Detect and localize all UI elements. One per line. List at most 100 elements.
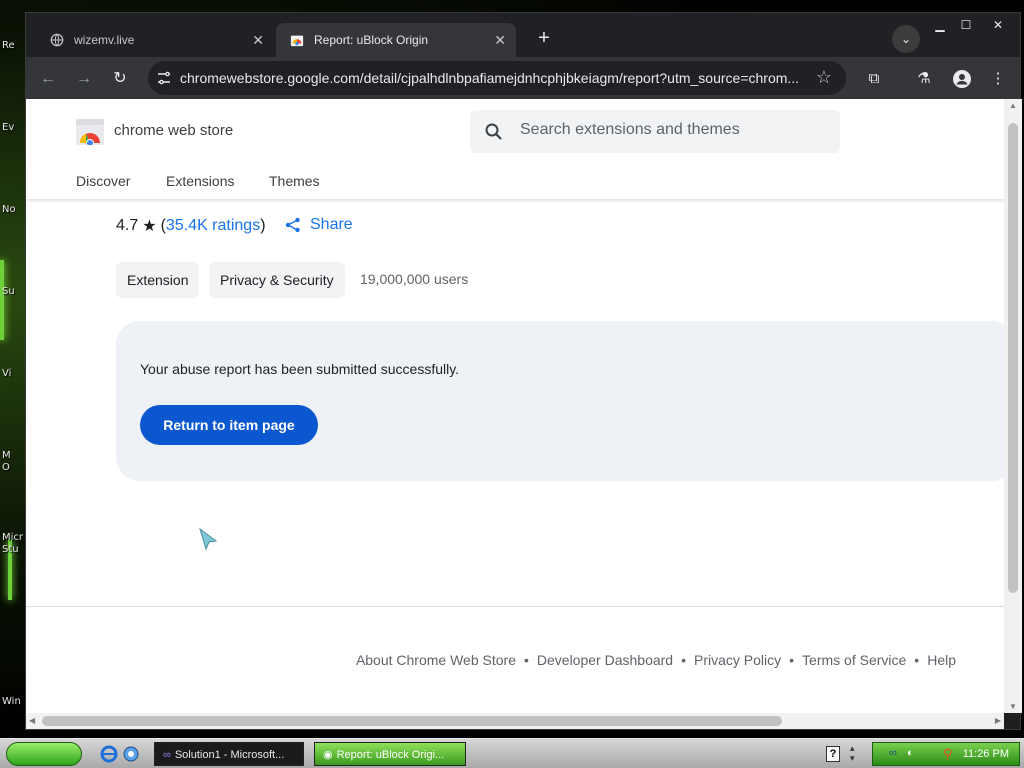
visual-studio-icon: ∞: [163, 749, 171, 761]
labs-flask-icon[interactable]: ⚗: [912, 67, 936, 91]
arrow-right-icon: →: [76, 70, 92, 87]
menu-kebab-icon[interactable]: ⋮: [986, 67, 1010, 91]
globe-icon: [50, 33, 64, 47]
browser-window: wizemv.live ✕ Report: uBlock Origin ✕ + …: [25, 12, 1022, 730]
chevron-down-icon: ⌄: [900, 32, 912, 46]
star-icon: ★: [142, 218, 157, 235]
taskbar-item-visual-studio[interactable]: ∞ Solution1 - Microsoft...: [154, 742, 304, 766]
tab-search-button[interactable]: ⌄: [892, 25, 920, 53]
desktop-icon-label[interactable]: Micr Stu: [2, 532, 23, 556]
footer-separator: •: [914, 652, 920, 668]
horizontal-scroll-thumb[interactable]: [42, 716, 782, 726]
store-footer: About Chrome Web Store • Developer Dashb…: [356, 652, 956, 668]
nav-discover[interactable]: Discover: [76, 173, 130, 189]
footer-separator: •: [681, 652, 686, 668]
ratings-link[interactable]: 35.4K ratings: [166, 217, 260, 235]
scroll-left-icon[interactable]: ◀: [29, 716, 35, 725]
chip-privacy-security[interactable]: Privacy & Security: [209, 262, 345, 298]
mouse-cursor-icon: [199, 527, 218, 551]
vertical-scroll-thumb[interactable]: [1008, 123, 1018, 593]
taskbar-item-chrome[interactable]: ◉ Report: uBlock Origi...: [314, 742, 466, 766]
store-brand[interactable]: chrome web store: [114, 122, 233, 139]
vertical-scrollbar[interactable]: ▲ ▼: [1004, 99, 1022, 713]
nav-themes[interactable]: Themes: [269, 173, 320, 189]
bookmark-star-icon[interactable]: ☆: [816, 67, 832, 88]
desktop-glow: [0, 260, 4, 340]
tab-report-ublock[interactable]: Report: uBlock Origin ✕: [276, 23, 516, 57]
share-label: Share: [310, 216, 353, 233]
task-title: Solution1 - Microsoft...: [174, 749, 285, 761]
footer-separator: •: [523, 652, 529, 668]
desktop-icon-label[interactable]: Re: [2, 40, 15, 51]
tab-wizemv[interactable]: wizemv.live ✕: [26, 23, 274, 57]
browser-toolbar: ← → ↻ chromewebstore.google.com/detail/c…: [26, 57, 1020, 99]
footer-link-privacy[interactable]: Privacy Policy: [694, 652, 781, 668]
tab-title: Report: uBlock Origin: [314, 33, 429, 47]
reload-button[interactable]: ↻: [106, 65, 134, 93]
desktop-icon-label[interactable]: M O: [2, 450, 11, 474]
search-icon: [485, 123, 502, 140]
desktop-icon-label[interactable]: Win: [2, 696, 21, 707]
back-button[interactable]: ←: [34, 65, 62, 93]
chip-extension[interactable]: Extension: [116, 262, 200, 298]
tab-title: wizemv.live: [74, 33, 135, 47]
store-search-box[interactable]: [470, 110, 840, 153]
system-tray: ∞ ◐ ⚲ 11:26 PM: [872, 742, 1020, 766]
share-button[interactable]: Share: [284, 216, 353, 234]
footer-link-developer-dashboard[interactable]: Developer Dashboard: [537, 652, 673, 668]
chrome-web-store-logo[interactable]: [76, 119, 104, 145]
close-window-button[interactable]: ✕: [984, 15, 1012, 35]
desktop-icon-label[interactable]: Su: [2, 286, 15, 297]
minimize-button[interactable]: ▁: [926, 15, 954, 35]
browser-quicklaunch-icon[interactable]: [122, 745, 140, 763]
footer-divider: [26, 606, 1004, 607]
tray-search-icon[interactable]: ⚲: [943, 746, 953, 762]
forward-button[interactable]: →: [70, 65, 98, 93]
rating-value: 4.7: [116, 217, 139, 234]
tab-strip: wizemv.live ✕ Report: uBlock Origin ✕ + …: [26, 13, 1020, 57]
web-page: chrome web store Discover Extensions The…: [26, 99, 1004, 713]
report-success-message: Your abuse report has been submitted suc…: [140, 361, 460, 377]
desktop-icon-label[interactable]: No: [2, 204, 16, 215]
return-to-item-button[interactable]: Return to item page: [140, 405, 318, 445]
start-button[interactable]: [6, 742, 82, 766]
profile-icon[interactable]: [950, 67, 974, 91]
footer-link-help[interactable]: Help: [927, 652, 956, 668]
footer-link-about[interactable]: About Chrome Web Store: [356, 652, 516, 668]
horizontal-scrollbar[interactable]: ◀ ▶: [26, 713, 1004, 729]
footer-link-terms[interactable]: Terms of Service: [802, 652, 906, 668]
tray-network-icon[interactable]: ∞: [889, 747, 897, 759]
close-tab-icon[interactable]: ✕: [494, 32, 506, 49]
profile-avatar: [953, 70, 971, 88]
nav-extensions[interactable]: Extensions: [166, 173, 234, 189]
store-header: chrome web store Discover Extensions The…: [26, 99, 1004, 199]
rating-paren: ): [260, 217, 266, 234]
help-icon[interactable]: ?: [826, 746, 840, 762]
address-bar[interactable]: chromewebstore.google.com/detail/cjpalhd…: [148, 61, 846, 95]
desktop-icon-label[interactable]: Ev: [2, 122, 14, 133]
tray-expand-icon[interactable]: ▴ ▾: [850, 743, 855, 763]
chrome-web-store-icon: [290, 35, 304, 47]
extensions-icon[interactable]: ⧉: [862, 67, 886, 91]
site-info-icon[interactable]: [156, 70, 172, 86]
arrow-left-icon: ←: [40, 70, 56, 87]
item-rating: 4.7 ★ (35.4K ratings): [116, 216, 266, 236]
taskbar-clock[interactable]: 11:26 PM: [963, 748, 1009, 760]
maximize-button[interactable]: ☐: [952, 15, 980, 35]
task-title: Report: uBlock Origi...: [336, 749, 445, 761]
internet-explorer-icon[interactable]: [100, 745, 118, 763]
reload-icon: ↻: [113, 70, 127, 87]
desktop-icon-label[interactable]: Vi: [2, 368, 11, 379]
taskbar: ∞ Solution1 - Microsoft... ◉ Report: uBloc…: [0, 738, 1024, 768]
search-input[interactable]: [520, 121, 820, 139]
footer-separator: •: [789, 652, 795, 668]
user-count: 19,000,000 users: [360, 271, 469, 287]
close-tab-icon[interactable]: ✕: [252, 32, 264, 49]
new-tab-button[interactable]: +: [530, 25, 558, 53]
scroll-down-icon[interactable]: ▼: [1009, 702, 1017, 711]
url-text[interactable]: chromewebstore.google.com/detail/cjpalhd…: [180, 70, 804, 86]
scroll-right-icon[interactable]: ▶: [995, 716, 1001, 725]
tray-volume-icon[interactable]: ◐: [907, 747, 914, 759]
scroll-up-icon[interactable]: ▲: [1009, 101, 1017, 110]
share-icon: [285, 217, 300, 233]
